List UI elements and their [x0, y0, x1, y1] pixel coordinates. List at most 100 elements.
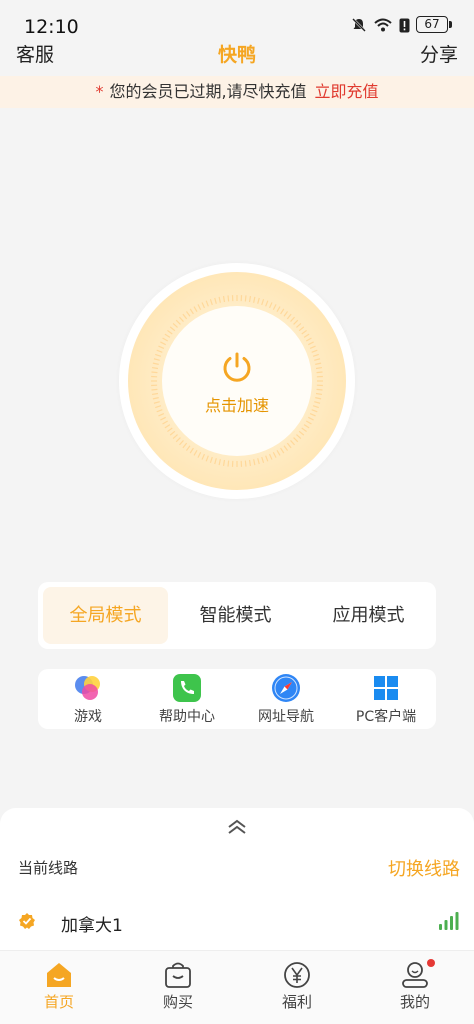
tick-mark [182, 313, 188, 320]
tick-mark [160, 341, 166, 346]
tick-mark [311, 409, 318, 413]
tick-mark [286, 442, 292, 449]
tab-home[interactable]: 首页 [14, 961, 104, 1012]
shortcut-navigation[interactable]: 网址导航 [236, 673, 336, 726]
tick-mark [314, 401, 321, 404]
mode-global[interactable]: 全局模式 [43, 587, 168, 644]
tick-mark [301, 329, 307, 335]
notification-dot [427, 959, 435, 967]
home-icon [47, 963, 71, 987]
tick-mark [179, 440, 184, 446]
shortcut-bar: 游戏 帮助中心 网址导航 PC客户端 [38, 669, 436, 729]
tick-mark [175, 437, 181, 443]
tick-mark [309, 345, 316, 350]
switch-route-button[interactable]: 切换线路 [388, 855, 460, 881]
tab-buy[interactable]: 购买 [133, 961, 223, 1012]
tick-mark [296, 323, 302, 328]
tick-mark [185, 311, 191, 317]
notice-text: 您的会员已过期,请尽快充值 [109, 82, 307, 101]
bottom-tab-bar: 首页 购买 福利 我的 [0, 950, 474, 1024]
mode-app[interactable]: 应用模式 [306, 587, 431, 644]
tick-mark [201, 453, 206, 460]
tick-mark [316, 371, 323, 374]
accelerate-label[interactable]: 点击加速 [162, 392, 312, 416]
shortcut-help-center[interactable]: 帮助中心 [137, 673, 237, 726]
tick-mark [218, 459, 221, 466]
tab-label: 购买 [162, 993, 193, 1011]
route-sheet: 当前线路 切换线路 加拿大1 [0, 808, 474, 958]
recharge-link[interactable]: 立即充值 [315, 82, 379, 101]
tick-mark [280, 308, 285, 315]
signal-strength-icon [439, 912, 459, 930]
tick-mark [301, 427, 307, 433]
tick-mark [162, 337, 169, 342]
tick-mark [218, 296, 221, 303]
tick-mark [152, 362, 159, 365]
tick-mark [293, 437, 299, 443]
tick-mark [316, 388, 323, 391]
tick-mark [272, 452, 277, 458]
tick-mark [152, 397, 159, 400]
tick-mark [244, 295, 247, 302]
battery-indicator: 67 [416, 16, 452, 33]
app-header: 客服 快鸭 分享 [0, 36, 474, 76]
tick-mark [164, 333, 171, 338]
tick-mark [151, 366, 159, 370]
tick-mark [197, 304, 202, 310]
tick-mark [286, 313, 292, 320]
current-route-label: 当前线路 [18, 859, 79, 877]
shortcut-pc-client[interactable]: PC客户端 [336, 673, 436, 726]
tick-mark [222, 459, 226, 467]
shortcut-label: 游戏 [74, 709, 102, 725]
tick-mark [248, 459, 252, 467]
tick-mark [153, 358, 160, 361]
compass-icon [272, 674, 300, 702]
chevron-up-icon[interactable] [226, 818, 248, 836]
tick-mark [305, 420, 312, 425]
verified-badge-icon [19, 913, 35, 929]
tick-mark [308, 416, 314, 421]
tick-mark [197, 452, 202, 458]
tick-mark [290, 440, 295, 446]
tick-mark [214, 458, 217, 465]
tick-mark [155, 405, 162, 409]
tick-mark [214, 297, 217, 304]
mode-smart[interactable]: 智能模式 [173, 587, 298, 644]
shortcut-label: 帮助中心 [159, 709, 215, 725]
tick-mark [315, 397, 322, 400]
tick-mark [314, 358, 321, 361]
tick-mark [167, 427, 173, 433]
share-button[interactable]: 分享 [420, 40, 458, 67]
tick-mark [283, 311, 289, 317]
tick-mark [265, 455, 269, 462]
tick-mark [268, 302, 273, 309]
tick-mark [272, 304, 277, 310]
tick-mark [312, 353, 319, 357]
tick-mark [303, 424, 310, 429]
tick-mark [280, 447, 285, 454]
tab-mine[interactable]: 我的 [370, 959, 460, 1012]
tick-mark [244, 460, 247, 467]
tab-label: 首页 [43, 993, 74, 1011]
tick-mark [315, 392, 323, 396]
yen-icon [284, 962, 310, 988]
tick-mark [151, 371, 158, 374]
route-name[interactable]: 加拿大1 [61, 911, 123, 936]
tick-mark [189, 447, 194, 454]
tick-mark [205, 300, 209, 307]
tick-mark [268, 453, 273, 460]
tab-label: 福利 [281, 993, 312, 1011]
power-icon[interactable] [220, 350, 254, 384]
tick-mark [261, 299, 265, 306]
bag-icon [165, 962, 191, 988]
tick-mark [227, 295, 230, 302]
status-bar: 12:10 67 [0, 0, 474, 38]
signal-bar [444, 920, 448, 930]
tick-mark [257, 297, 260, 304]
shortcut-game[interactable]: 游戏 [38, 673, 138, 726]
tick-mark [222, 295, 226, 303]
tick-mark [158, 345, 165, 350]
tab-welfare[interactable]: 福利 [252, 961, 342, 1012]
tick-mark [265, 300, 269, 307]
notice-star: * [95, 82, 104, 101]
